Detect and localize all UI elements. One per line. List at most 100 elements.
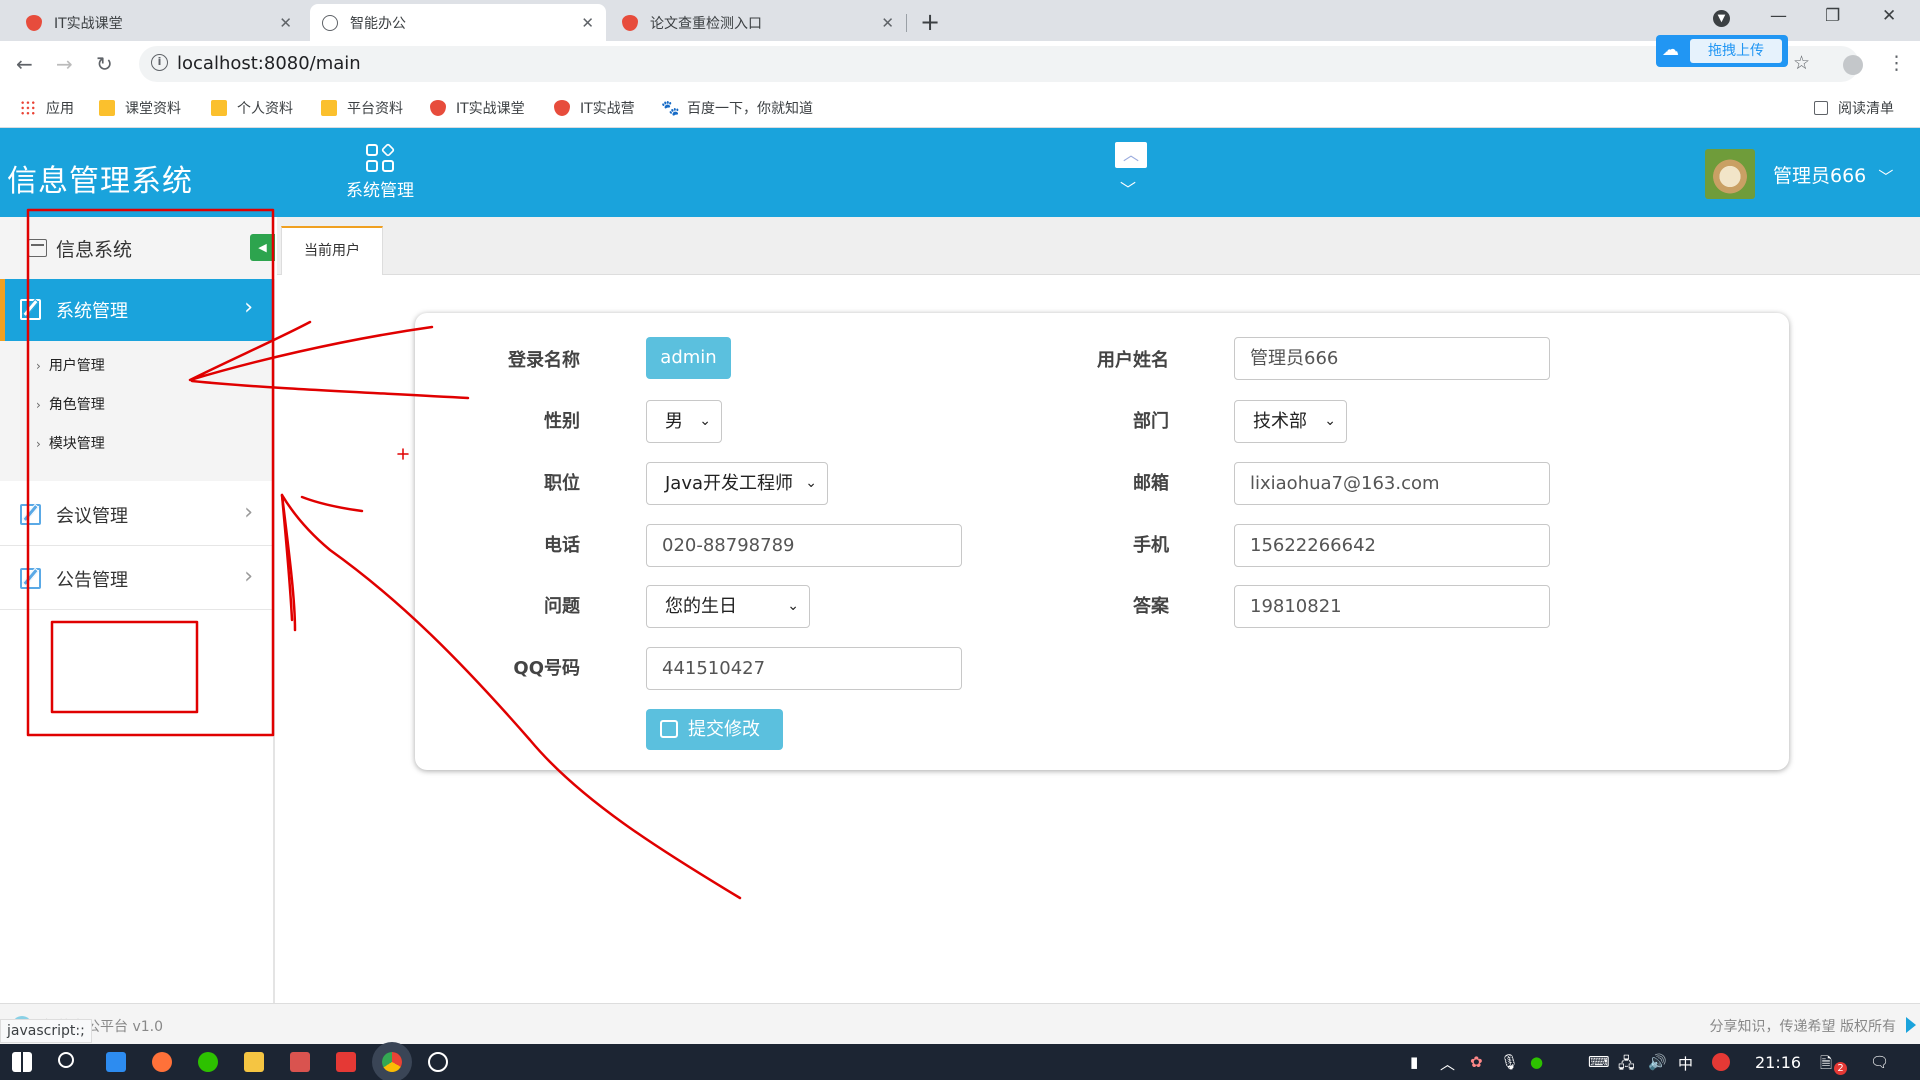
upload-label[interactable]: 拖拽上传 (1690, 39, 1782, 63)
dept-select[interactable]: 技术部 ⌄ (1234, 400, 1347, 443)
content-tab-strip: 当前用户 (277, 217, 1920, 275)
paw-icon: 🐾 (661, 99, 680, 117)
settings-icon[interactable] (428, 1052, 448, 1072)
profile-icon[interactable] (1843, 55, 1863, 75)
browser-tab[interactable]: IT实战课堂 ✕ (14, 4, 304, 41)
edit-icon (660, 720, 678, 738)
reading-list[interactable]: 阅读清单 (1814, 98, 1894, 118)
footer-copyright: 分享知识，传递希望 版权所有 (1709, 1019, 1896, 1035)
microphone-icon[interactable]: 🎙 (1500, 1053, 1519, 1071)
bookmarks-bar: 应用 课堂资料 个人资料 平台资料 IT实战课堂 IT实战营 🐾 百度一下，你就… (0, 88, 1920, 128)
browser-tab-active[interactable]: 智能办公 ✕ (310, 4, 606, 41)
chevron-right-icon: › (36, 437, 41, 451)
back-icon[interactable]: ← (16, 52, 33, 76)
browser-tab-title: 智能办公 (350, 15, 406, 32)
sidebar-subitem-roles[interactable]: › 角色管理 (36, 394, 105, 414)
firefox-icon[interactable] (152, 1052, 172, 1072)
shield-icon (554, 100, 570, 116)
reading-list-label: 阅读清单 (1838, 101, 1894, 117)
omnibox[interactable]: i localhost:8080/main (139, 46, 1859, 82)
tray-app-icon[interactable]: ✿ (1470, 1053, 1483, 1071)
wechat-tray-icon[interactable]: ● (1530, 1053, 1543, 1071)
question-label: 问题 (544, 596, 580, 617)
new-tab-icon[interactable]: + (920, 8, 940, 36)
sidebar-item-notices[interactable]: 公告管理 › (0, 548, 273, 610)
bookmark-link[interactable]: 🐾 百度一下，你就知道 (661, 98, 813, 118)
network-icon[interactable]: 🖧 (1618, 1053, 1635, 1078)
sidebar-item-system[interactable]: 系统管理 › (0, 279, 273, 341)
tab-search-icon[interactable]: ▼ (1713, 10, 1730, 27)
bookmark-folder[interactable]: 课堂资料 (99, 98, 181, 118)
chevron-up-icon[interactable]: ︿ (1115, 142, 1147, 168)
sidebar-item-label: 公告管理 (56, 570, 128, 591)
battery-icon[interactable]: ▮ (1410, 1053, 1418, 1071)
answer-field[interactable]: 19810821 (1234, 585, 1550, 628)
sidebar: 信息系统 ◀ 系统管理 › › 用户管理 › 角色管理 › 模块管理 会议管理 › 公… (0, 217, 275, 1003)
ime-indicator[interactable]: 中 (1678, 1053, 1693, 1074)
position-select[interactable]: Java开发工程师 ⌄ (646, 462, 828, 505)
wechat-icon[interactable] (198, 1052, 218, 1072)
bookmark-link[interactable]: IT实战营 (554, 98, 635, 118)
close-icon[interactable]: ✕ (881, 14, 894, 32)
restore-icon[interactable]: ❐ (1825, 6, 1840, 26)
tray-expand-icon[interactable]: ︿ (1440, 1053, 1455, 1074)
sidebar-item-meetings[interactable]: 会议管理 › (0, 484, 273, 546)
upload-widget[interactable]: ☁ 拖拽上传 (1656, 35, 1788, 67)
close-icon[interactable]: ✕ (581, 14, 594, 32)
bookmark-folder[interactable]: 平台资料 (321, 98, 403, 118)
url-text[interactable]: localhost:8080/main (177, 53, 361, 74)
qq-field[interactable]: 441510427 (646, 647, 962, 690)
bookmark-link[interactable]: IT实战课堂 (430, 98, 525, 118)
chevron-down-icon[interactable]: ﹀ (1120, 176, 1136, 200)
forward-icon[interactable]: → (56, 52, 73, 76)
app-icon-red[interactable] (290, 1052, 310, 1072)
user-menu[interactable]: 管理员666 ﹀ (1773, 161, 1893, 188)
tab-current-user[interactable]: 当前用户 (281, 226, 383, 275)
sidebar-submenu: › 用户管理 › 角色管理 › 模块管理 (0, 341, 273, 481)
mobile-field[interactable]: 15622266642 (1234, 524, 1550, 567)
clock[interactable]: 21:16 (1755, 1053, 1801, 1072)
submit-button[interactable]: 提交修改 (646, 709, 783, 750)
file-explorer-icon[interactable] (244, 1052, 264, 1072)
keyboard-icon[interactable]: ⌨ (1588, 1053, 1610, 1071)
bookmark-star-icon[interactable]: ☆ (1793, 52, 1810, 74)
info-icon[interactable]: i (151, 54, 168, 71)
bookmark-folder[interactable]: 个人资料 (211, 98, 293, 118)
answer-label: 答案 (1133, 596, 1169, 617)
question-select[interactable]: 您的生日 ⌄ (646, 585, 810, 628)
close-icon[interactable]: ✕ (279, 14, 292, 32)
play-icon[interactable] (1906, 1017, 1916, 1033)
menu-dots-icon[interactable]: ⋮ (1887, 52, 1906, 74)
chevron-right-icon: › (36, 359, 41, 373)
phone-field[interactable]: 020-88798789 (646, 524, 962, 567)
chrome-icon[interactable] (382, 1052, 402, 1072)
user-name: 管理员666 (1773, 165, 1867, 187)
email-field[interactable]: lixiaohua7@163.com (1234, 462, 1550, 505)
browser-tab[interactable]: 论文查重检测入口 ✕ (610, 4, 906, 41)
action-center-icon[interactable]: 🗨 (1870, 1053, 1889, 1071)
position-label: 职位 (544, 473, 580, 494)
app-icon-blue-arrow[interactable] (106, 1052, 126, 1072)
volume-icon[interactable]: 🔊 (1648, 1053, 1667, 1071)
calendar-icon (28, 239, 47, 257)
windows-start-icon[interactable] (12, 1052, 32, 1072)
browser-tab-title: 论文查重检测入口 (650, 15, 762, 32)
sidebar-subitem-users[interactable]: › 用户管理 (36, 355, 105, 375)
bookmark-apps[interactable]: 应用 (20, 98, 74, 118)
gender-select[interactable]: 男 ⌄ (646, 400, 722, 443)
avatar[interactable] (1705, 149, 1755, 199)
sidebar-subitem-modules[interactable]: › 模块管理 (36, 433, 105, 453)
window-close-icon[interactable]: ✕ (1882, 6, 1896, 26)
header-nav-system[interactable]: 系统管理 (340, 142, 420, 201)
notification-count: 2 (1834, 1062, 1847, 1075)
shield-icon (26, 14, 42, 31)
wps-icon[interactable] (336, 1052, 356, 1072)
notification-icon[interactable]: 🗎 (1820, 1053, 1832, 1078)
browser-tab-title: IT实战课堂 (54, 15, 123, 32)
reload-icon[interactable]: ↻ (96, 52, 113, 76)
sogou-icon[interactable] (1712, 1053, 1730, 1071)
search-icon[interactable] (58, 1052, 74, 1068)
minimize-icon[interactable]: — (1770, 6, 1787, 26)
sidebar-toggle-icon[interactable]: ◀ (250, 234, 275, 261)
username-field[interactable]: 管理员666 (1234, 337, 1550, 380)
